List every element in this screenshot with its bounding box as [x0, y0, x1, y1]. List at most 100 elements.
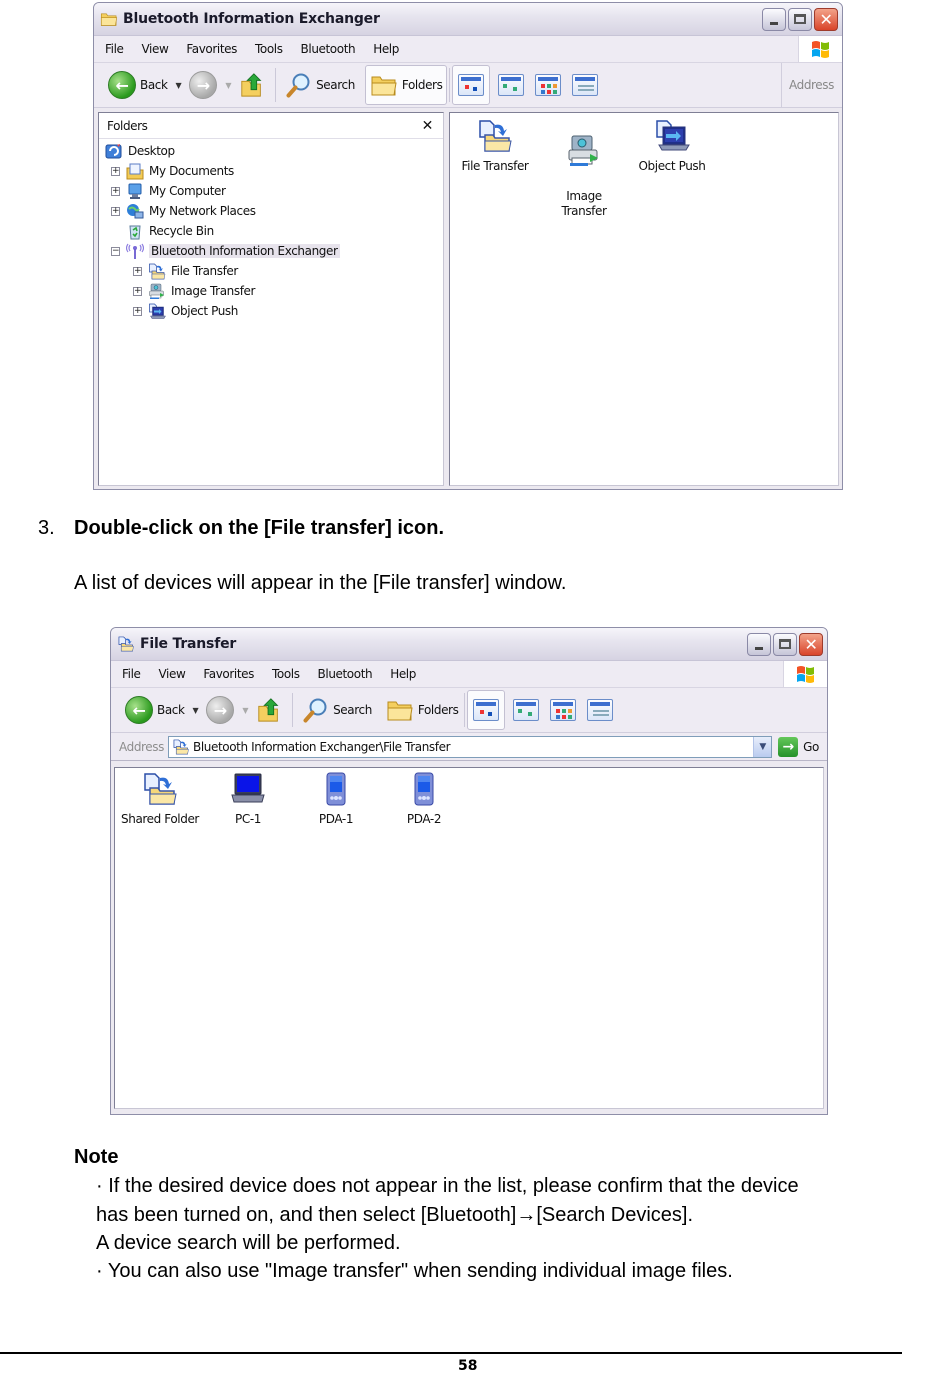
item-file-transfer[interactable]: File Transfer	[450, 119, 540, 174]
tree-node-my-documents[interactable]: + My Documents	[99, 161, 443, 181]
maximize-button[interactable]	[773, 632, 797, 656]
item-pda-1[interactable]: PDA-1	[291, 772, 381, 827]
item-label: File Transfer	[461, 159, 529, 173]
expand-icon[interactable]: +	[111, 186, 120, 196]
bluetooth-icon	[126, 243, 144, 260]
windows-flag-icon	[809, 37, 833, 61]
thumbnails-view-icon	[458, 74, 485, 96]
folders-pane-header: Folders ✕	[99, 113, 443, 139]
tree-node-my-network-places[interactable]: + My Network Places	[99, 201, 443, 221]
toolbar-separator	[449, 68, 451, 102]
item-object-push[interactable]: Object Push	[627, 119, 717, 174]
collapse-icon[interactable]: −	[111, 246, 120, 256]
address-dropdown-icon[interactable]: ▼	[753, 736, 772, 757]
address-input[interactable]: Bluetooth Information Exchanger\File Tra…	[168, 735, 773, 758]
menu-bluetooth[interactable]: Bluetooth	[292, 42, 365, 56]
view-thumbnails-button[interactable]	[467, 690, 506, 730]
tiles-view-button[interactable]	[513, 699, 540, 721]
my-computer-icon	[126, 183, 144, 200]
view-thumbnails-button[interactable]	[452, 65, 491, 105]
folders-button[interactable]: Folders	[364, 65, 448, 105]
close-pane-icon[interactable]: ✕	[422, 118, 434, 134]
title-bar[interactable]: File Transfer ✕	[111, 628, 827, 661]
content-pane: Shared Folder PC-1 PDA-1 PDA-2	[114, 767, 824, 1109]
minimize-icon	[770, 21, 778, 25]
search-button[interactable]: Search	[299, 694, 376, 726]
file-transfer-icon	[148, 263, 166, 280]
menu-tools[interactable]: Tools	[263, 667, 309, 681]
back-button[interactable]: ← Back	[121, 693, 189, 727]
item-image-transfer[interactable]: Image Transfer	[539, 119, 629, 219]
minimize-button[interactable]	[747, 632, 771, 656]
menu-help[interactable]: Help	[364, 42, 408, 56]
back-dropdown-icon[interactable]: ▼	[193, 706, 199, 715]
menu-tools[interactable]: Tools	[246, 42, 292, 56]
menu-view[interactable]: View	[132, 42, 177, 56]
no-expander	[111, 227, 120, 236]
expand-icon[interactable]: +	[133, 306, 142, 316]
list-view-button[interactable]	[587, 699, 614, 721]
close-button[interactable]: ✕	[814, 7, 838, 31]
tree-node-my-computer[interactable]: + My Computer	[99, 181, 443, 201]
expand-icon[interactable]: +	[111, 206, 120, 216]
note-line-1: · If the desired device does not appear …	[96, 1175, 799, 1197]
expand-icon[interactable]: +	[133, 286, 142, 296]
address-label[interactable]: Address	[789, 78, 834, 92]
menu-file[interactable]: File	[94, 42, 132, 56]
up-folder-button[interactable]	[235, 68, 269, 102]
up-folder-icon	[239, 71, 265, 99]
icons-view-button[interactable]	[535, 74, 562, 96]
thumbnails-view-icon	[473, 699, 500, 721]
back-button[interactable]: ← Back	[104, 68, 172, 102]
folders-pane-title: Folders	[107, 118, 148, 133]
folders-pane: Folders ✕ Desktop + My Documents + My Co…	[98, 112, 444, 486]
back-arrow-icon: ←	[108, 71, 136, 99]
item-pc-1[interactable]: PC-1	[203, 772, 293, 827]
windows-logo	[798, 36, 842, 62]
bluetooth-exchanger-window: Bluetooth Information Exchanger ✕ File V…	[93, 2, 843, 490]
maximize-icon	[794, 14, 806, 24]
object-push-icon	[148, 303, 166, 320]
tree-node-object-push[interactable]: + Object Push	[99, 301, 443, 321]
back-dropdown-icon[interactable]: ▼	[176, 81, 182, 90]
expand-icon[interactable]: +	[133, 266, 142, 276]
up-folder-button[interactable]	[252, 693, 286, 727]
back-arrow-icon: ←	[125, 696, 153, 724]
tree-label: Image Transfer	[171, 284, 256, 298]
shared-folder-icon	[142, 772, 178, 806]
close-button[interactable]: ✕	[799, 632, 823, 656]
go-button[interactable]: → Go	[778, 736, 819, 757]
title-bar[interactable]: Bluetooth Information Exchanger ✕	[94, 3, 842, 36]
address-bar: Address Bluetooth Information Exchanger\…	[111, 733, 827, 761]
tree-node-recycle-bin[interactable]: Recycle Bin	[99, 221, 443, 241]
minimize-button[interactable]	[762, 7, 786, 31]
folders-button[interactable]: Folders	[382, 695, 463, 725]
tree-node-image-transfer[interactable]: + Image Transfer	[99, 281, 443, 301]
forward-button[interactable]: →	[185, 68, 221, 102]
item-pda-2[interactable]: PDA-2	[379, 772, 469, 827]
tree-node-desktop[interactable]: Desktop	[99, 141, 443, 161]
tree-node-file-transfer[interactable]: + File Transfer	[99, 261, 443, 281]
item-shared-folder[interactable]: Shared Folder	[115, 772, 205, 827]
menu-favorites[interactable]: Favorites	[194, 667, 263, 681]
note-line-3: A device search will be performed.	[96, 1232, 401, 1254]
menu-bluetooth[interactable]: Bluetooth	[309, 667, 382, 681]
list-view-button[interactable]	[572, 74, 599, 96]
forward-dropdown-icon[interactable]: ▼	[225, 81, 231, 90]
windows-logo	[783, 661, 827, 687]
maximize-button[interactable]	[788, 7, 812, 31]
menu-view[interactable]: View	[149, 667, 194, 681]
icons-view-button[interactable]	[550, 699, 577, 721]
menu-help[interactable]: Help	[381, 667, 425, 681]
search-button[interactable]: Search	[282, 69, 359, 101]
forward-dropdown-icon[interactable]: ▼	[242, 706, 248, 715]
menu-file[interactable]: File	[111, 667, 149, 681]
tree-node-bluetooth-exchanger[interactable]: − Bluetooth Information Exchanger	[99, 241, 443, 261]
expand-icon[interactable]: +	[111, 166, 120, 176]
menu-favorites[interactable]: Favorites	[177, 42, 246, 56]
search-label: Search	[316, 78, 355, 92]
laptop-icon	[230, 772, 266, 806]
tiles-view-button[interactable]	[498, 74, 525, 96]
file-transfer-icon	[477, 119, 513, 153]
forward-button[interactable]: →	[202, 693, 238, 727]
